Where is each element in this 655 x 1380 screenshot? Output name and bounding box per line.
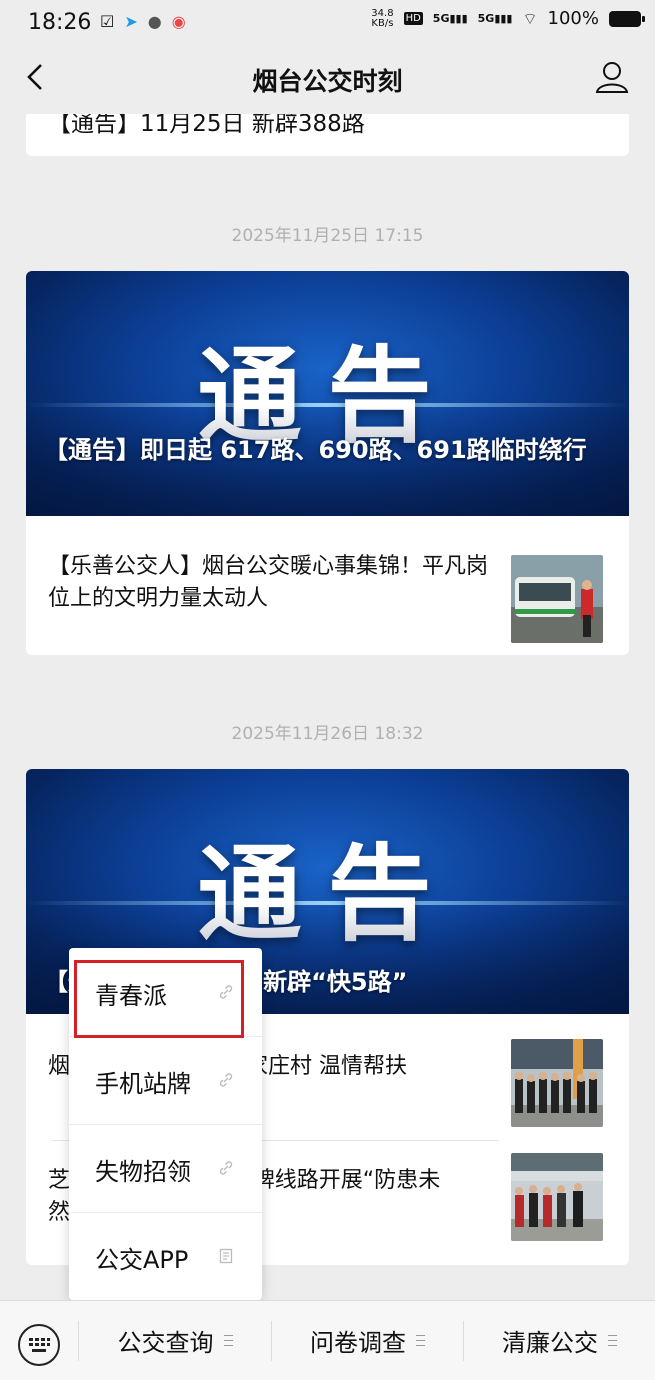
group-photo-thumbnail: [511, 1039, 603, 1127]
group-photo-thumbnail: [511, 1153, 603, 1241]
menu-bus-query[interactable]: 公交查询: [79, 1301, 271, 1380]
link-icon: [218, 1160, 234, 1176]
article-group-card: 通告 【通告】即日起 617路、690路、691路临时绕行 【乐善公交人】烟台公…: [26, 271, 629, 655]
checkbox-notification-icon: ☑: [100, 12, 115, 31]
bottom-menu-bar: 公交查询 问卷调查 清廉公交: [0, 1300, 655, 1380]
user-profile-icon[interactable]: [595, 60, 629, 94]
menu-item-label: 公交APP: [95, 1246, 189, 1274]
menu-list-icon: [223, 1335, 233, 1346]
article-banner[interactable]: 通告 【通告】即日起 617路、690路、691路临时绕行: [26, 271, 629, 516]
keyboard-icon[interactable]: [18, 1324, 60, 1366]
menu-item-mobile-stop-sign[interactable]: 手机站牌: [69, 1036, 262, 1124]
menu-list-icon: [416, 1335, 425, 1346]
menu-clean-bus[interactable]: 清廉公交: [464, 1301, 655, 1380]
menu-label: 清廉公交: [502, 1329, 598, 1357]
menu-survey[interactable]: 问卷调查: [272, 1301, 463, 1380]
menu-item-bus-app[interactable]: 公交APP: [69, 1212, 262, 1300]
app-notification-icon: ◉: [171, 12, 186, 31]
status-right: 34.8 KB/s HD 5G▮▮▮ 5G▮▮▮ ⌔ 100%: [371, 7, 645, 29]
network-speed: 34.8 KB/s: [371, 7, 394, 29]
status-bar: 18:26 ☑ ➤ ● ◉ 34.8 KB/s HD 5G▮▮▮ 5G▮▮▮ ⌔…: [0, 0, 655, 44]
menu-label: 公交查询: [117, 1329, 214, 1357]
battery-icon: [609, 10, 645, 27]
hd-icon: HD: [403, 12, 423, 25]
link-icon: [218, 1072, 234, 1088]
signal-5g-icon-2: 5G▮▮▮: [477, 12, 513, 25]
timestamp: 2025年11月26日 18:32: [231, 724, 424, 744]
list-item-title: 【乐善公交人】烟台公交暖心事集锦！平凡岗位上的文明力量太动人: [48, 554, 489, 611]
menu-item-lost-and-found[interactable]: 失物招领: [69, 1124, 262, 1212]
wechat-notification-icon: ●: [147, 12, 162, 31]
battery-percent: 100%: [547, 8, 599, 29]
bus-photo-thumbnail: [511, 555, 603, 643]
speed-value: 34.8: [371, 7, 394, 19]
highlight-box: [74, 960, 244, 1038]
timestamp: 2025年11月25日 17:15: [231, 226, 424, 246]
nav-bar: 烟台公交时刻: [0, 44, 655, 114]
page-title: 烟台公交时刻: [252, 67, 403, 96]
menu-item-label: 手机站牌: [95, 1070, 191, 1098]
list-item[interactable]: 【乐善公交人】烟台公交暖心事集锦！平凡岗位上的文明力量太动人: [26, 529, 629, 644]
notification-icons: ☑ ➤ ● ◉: [100, 12, 186, 31]
menu-item-label: 失物招领: [95, 1158, 191, 1186]
send-notification-icon: ➤: [124, 12, 138, 31]
menu-label: 问卷调查: [310, 1329, 406, 1357]
mini-program-icon: [218, 1248, 234, 1264]
signal-5g-icon: 5G▮▮▮: [432, 12, 468, 25]
menu-list-icon: [608, 1335, 617, 1346]
wifi-icon: ⌔: [522, 8, 538, 28]
status-time: 18:26: [28, 10, 92, 35]
banner-caption: 【通告】即日起 617路、690路、691路临时绕行: [44, 436, 587, 464]
speed-unit: KB/s: [371, 17, 394, 29]
